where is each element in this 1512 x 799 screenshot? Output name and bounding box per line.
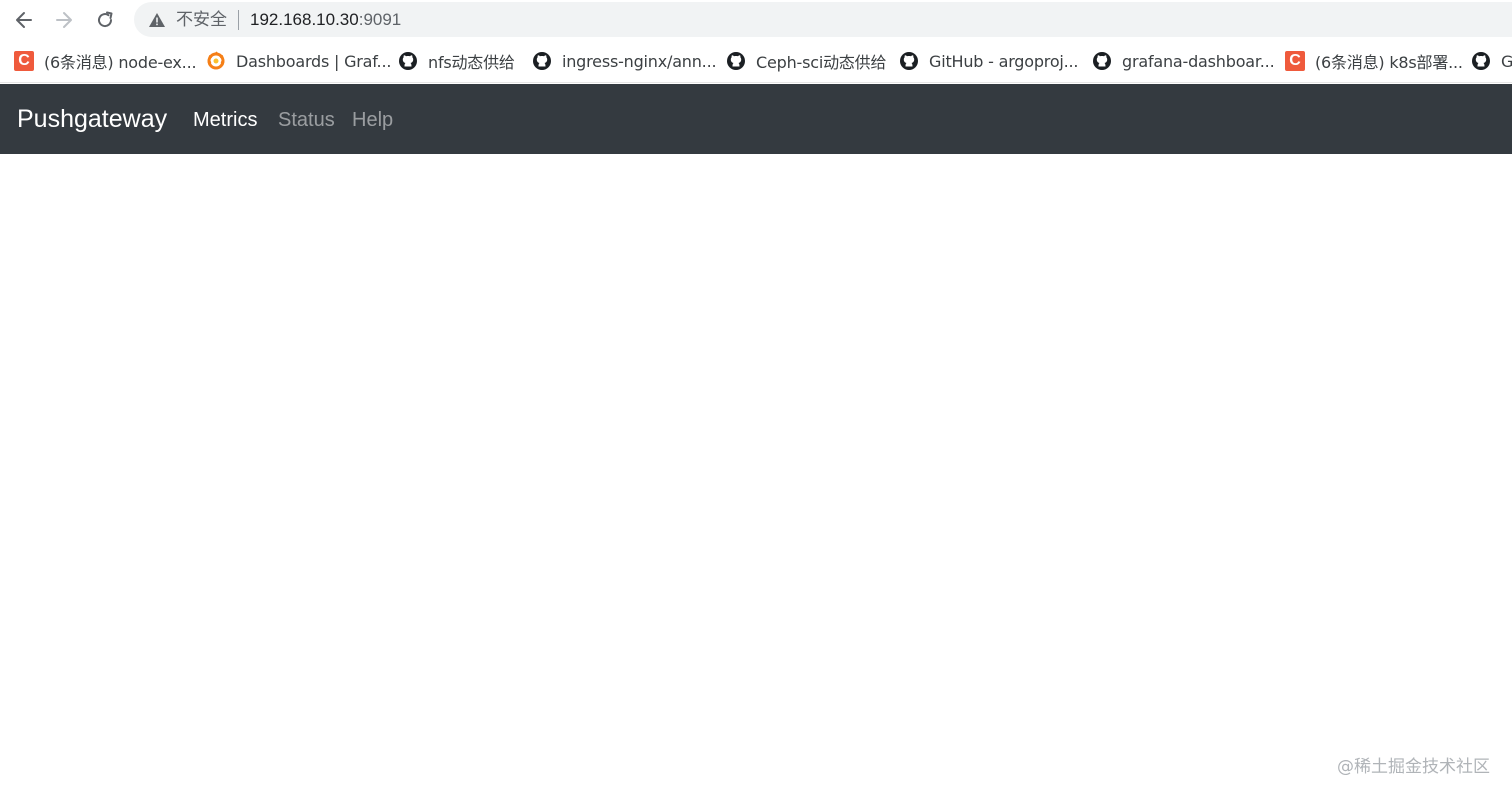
bookmark-label: Dashboards | Graf... [236,51,392,71]
grafana-icon [207,51,225,70]
bookmark-label: GitHub - argoproj... [929,51,1079,71]
bookmark-label: Ceph-sci动态供给 [756,53,887,72]
github-icon [727,52,745,70]
main-content: @稀土掘金技术社区 [0,154,1512,799]
browser-toolbar: 不安全 192.168.10.30:9091 [0,0,1512,40]
omnibox-divider [238,10,239,30]
watermark: @稀土掘金技术社区 [1337,757,1490,777]
url-host: 192.168.10.30 [250,10,359,29]
bookmark-label: nfs动态供给 [428,53,515,72]
brand-logo[interactable]: Pushgateway [17,104,167,134]
url-text[interactable]: 192.168.10.30:9091 [250,9,401,31]
github-icon [399,52,417,70]
nav-link-status[interactable]: Status [278,107,335,133]
bookmark-item[interactable]: ingress-nginx/ann... [532,49,717,73]
csdn-icon: C [1285,51,1305,71]
bookmarks-bar: C (6条消息) node-ex... Dashboards | Graf...… [0,40,1512,83]
bookmark-item[interactable]: G [1471,49,1512,73]
bookmark-item[interactable]: C (6条消息) k8s部署... [1285,49,1463,73]
nav-link-metrics[interactable]: Metrics [193,107,257,133]
csdn-icon: C [14,51,34,71]
bookmark-item[interactable]: GitHub - argoproj... [899,49,1079,73]
insecure-label[interactable]: 不安全 [176,9,227,31]
bookmark-label: grafana-dashboar... [1122,51,1275,71]
bookmark-label: G [1501,51,1512,71]
bookmark-label: (6条消息) node-ex... [44,53,197,72]
bookmark-item[interactable]: Ceph-sci动态供给 [726,49,886,73]
forward-button[interactable] [50,6,78,34]
arrow-left-icon [16,12,32,28]
app-navbar: Pushgateway Metrics Status Help [0,84,1512,154]
bookmark-label: ingress-nginx/ann... [562,51,717,71]
github-icon [1093,52,1111,70]
address-bar[interactable]: 不安全 192.168.10.30:9091 [134,2,1512,37]
github-icon [533,52,551,70]
github-icon [1472,52,1490,70]
warning-icon[interactable] [148,11,166,29]
back-button[interactable] [10,6,38,34]
url-port: :9091 [358,10,402,29]
bookmark-item[interactable]: C (6条消息) node-ex... [14,49,197,73]
bookmark-item[interactable]: grafana-dashboar... [1092,49,1275,73]
arrow-right-icon [56,12,72,28]
bookmark-item[interactable]: Dashboards | Graf... [206,49,391,73]
reload-button[interactable] [91,6,119,34]
github-icon [900,52,918,70]
bookmark-label: (6条消息) k8s部署... [1315,53,1463,72]
reload-icon [98,11,113,28]
bookmark-item[interactable]: nfs动态供给 [398,49,515,73]
nav-link-help[interactable]: Help [352,107,393,133]
